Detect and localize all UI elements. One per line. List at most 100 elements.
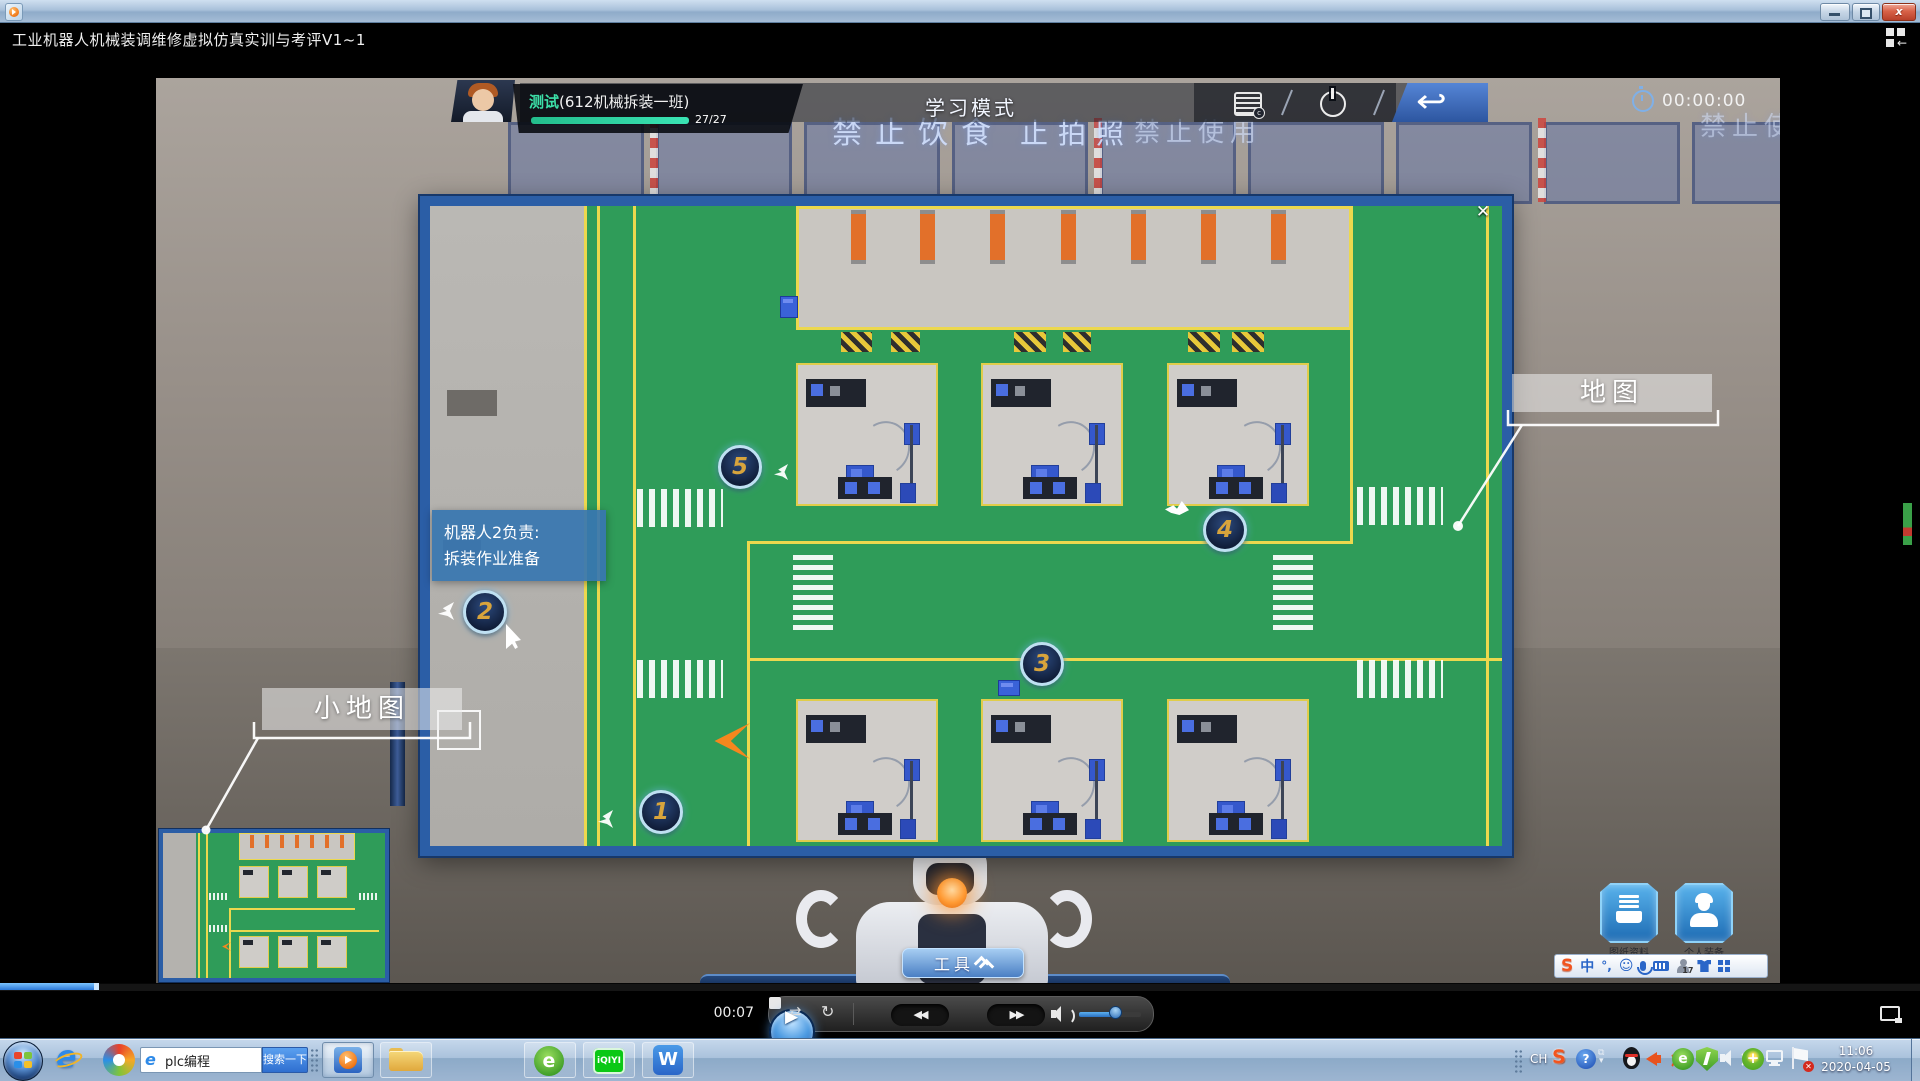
mute-button[interactable] bbox=[1051, 1006, 1073, 1022]
cell-console bbox=[991, 379, 1051, 407]
start-button[interactable] bbox=[3, 1041, 43, 1081]
window-titlebar: x bbox=[0, 0, 1920, 23]
iqiyi-icon: iQIYI bbox=[593, 1048, 625, 1074]
tray-language[interactable]: CH bbox=[1530, 1052, 1547, 1066]
cell-station bbox=[900, 819, 916, 839]
qq-tray-icon[interactable] bbox=[1620, 1047, 1644, 1071]
account-icon[interactable]: 17 bbox=[1676, 959, 1690, 973]
cell-station bbox=[1085, 819, 1101, 839]
cell-console bbox=[991, 715, 1051, 743]
taskbar-360browser-button[interactable]: e bbox=[524, 1042, 576, 1078]
minimap-cell bbox=[239, 866, 269, 898]
ime-menu-icon[interactable] bbox=[1718, 960, 1730, 972]
switch-to-library-icon[interactable]: ← bbox=[1886, 28, 1914, 50]
network-tray-icon[interactable] bbox=[1766, 1049, 1786, 1067]
dock-door bbox=[1201, 210, 1216, 264]
crosswalk bbox=[637, 660, 723, 698]
hud-top-bar-dark bbox=[1194, 83, 1396, 122]
360-browser-tray-icon[interactable]: e bbox=[1672, 1048, 1694, 1070]
minimap-crosswalk bbox=[209, 925, 227, 932]
taskbar-wps-button[interactable]: W bbox=[642, 1042, 694, 1078]
dock-door bbox=[1271, 210, 1286, 264]
microphone-icon[interactable] bbox=[1640, 961, 1646, 971]
documents-button[interactable] bbox=[1600, 883, 1658, 943]
deskband-grip[interactable] bbox=[310, 1048, 319, 1072]
map-marker-2[interactable]: 2 bbox=[463, 590, 507, 634]
edge-artifact bbox=[1903, 503, 1912, 545]
taskbar-explorer-button[interactable] bbox=[380, 1042, 432, 1078]
map-marker-4[interactable]: 4 bbox=[1203, 508, 1247, 552]
cell-bench bbox=[838, 813, 892, 835]
show-desktop-button[interactable] bbox=[1911, 1039, 1920, 1081]
taskbar-iqiyi-button[interactable]: iQIYI bbox=[583, 1042, 635, 1078]
map-marker-3[interactable]: 3 bbox=[1020, 642, 1064, 686]
audio-app-tray-icon[interactable] bbox=[1646, 1050, 1672, 1068]
repeat-button[interactable]: ↻ bbox=[821, 1002, 834, 1021]
cell-console bbox=[1177, 379, 1237, 407]
fullscreen-icon[interactable] bbox=[1878, 1003, 1902, 1023]
sogou-browser-icon[interactable] bbox=[102, 1044, 136, 1076]
map-marker-5[interactable]: 5 bbox=[718, 445, 762, 489]
user-plate: 测试(612机械拆装一班) 27/27 bbox=[513, 84, 803, 133]
search-button[interactable]: 搜索一下 bbox=[262, 1047, 308, 1073]
stop-button[interactable] bbox=[769, 997, 781, 1009]
minimap-line bbox=[198, 833, 200, 978]
windows-flag-icon bbox=[24, 1061, 32, 1068]
wall-banner bbox=[656, 122, 792, 204]
keyboard-icon[interactable] bbox=[1653, 961, 1669, 971]
emoji-icon[interactable]: ☺ bbox=[1619, 958, 1634, 974]
minimize-button[interactable] bbox=[1820, 3, 1850, 21]
windows-flag-icon bbox=[24, 1052, 32, 1059]
agv-robot bbox=[780, 296, 798, 318]
power-icon[interactable] bbox=[1320, 91, 1346, 117]
seek-bar-fill bbox=[0, 983, 98, 990]
windows-flag-icon bbox=[14, 1052, 22, 1059]
rewind-button[interactable]: ◀◀ bbox=[891, 1004, 949, 1026]
minimap-crosswalk bbox=[209, 893, 227, 900]
close-button[interactable]: x bbox=[1882, 3, 1916, 21]
avatar[interactable] bbox=[451, 80, 515, 122]
map-popup: ✕ bbox=[420, 196, 1512, 856]
volume-tray-icon[interactable] bbox=[1720, 1049, 1744, 1067]
ime-toolbar[interactable]: S 中 °, ☺ 17 bbox=[1554, 954, 1768, 978]
map-close-icon[interactable]: ✕ bbox=[1470, 200, 1496, 224]
workcell bbox=[796, 699, 938, 842]
folder-icon bbox=[389, 1051, 423, 1071]
tray-expand-icon[interactable]: ⧉▾ bbox=[1598, 1049, 1604, 1065]
360-browser-icon: e bbox=[534, 1046, 564, 1076]
safety-hatch bbox=[1232, 332, 1264, 352]
minimap-door bbox=[310, 835, 314, 848]
back-arrow-icon[interactable]: ↩ bbox=[1416, 82, 1447, 120]
wall-banner bbox=[508, 122, 644, 204]
tool-button[interactable]: 工具 bbox=[902, 948, 1024, 978]
minimap[interactable] bbox=[159, 829, 389, 982]
360-antivirus-tray-icon[interactable]: + bbox=[1742, 1048, 1764, 1070]
360-shield-tray-icon[interactable] bbox=[1696, 1047, 1718, 1071]
skin-icon[interactable] bbox=[1697, 960, 1711, 972]
cell-station bbox=[1085, 483, 1101, 503]
minimap-line bbox=[229, 930, 379, 932]
progress-fill bbox=[531, 117, 689, 124]
windows-flag-icon bbox=[14, 1061, 22, 1068]
ime-punctuation-icon[interactable]: °, bbox=[1601, 959, 1612, 973]
playback-controls: ⇄ ↻ ◀◀ ▶ ▶▶ bbox=[768, 996, 1154, 1032]
sogou-tray-icon[interactable]: S bbox=[1552, 1046, 1566, 1068]
cell-station bbox=[1271, 483, 1287, 503]
wmp-window-icon bbox=[5, 3, 23, 21]
restore-button[interactable] bbox=[1852, 3, 1880, 21]
lane-line bbox=[747, 544, 750, 846]
ie-taskbar-icon[interactable]: e bbox=[52, 1044, 86, 1076]
taskbar-clock[interactable]: 11:06 2020-04-05 bbox=[1806, 1043, 1906, 1075]
taskbar-wmp-button[interactable] bbox=[322, 1042, 374, 1078]
fast-forward-button[interactable]: ▶▶ bbox=[987, 1004, 1045, 1026]
equipment-button[interactable] bbox=[1675, 883, 1733, 943]
task-list-icon[interactable] bbox=[1234, 92, 1262, 116]
help-tray-icon[interactable]: ? bbox=[1576, 1049, 1596, 1069]
volume-thumb[interactable] bbox=[1109, 1006, 1122, 1019]
seek-bar[interactable] bbox=[0, 983, 1920, 991]
safety-hatch bbox=[1014, 332, 1046, 352]
minimap-door bbox=[340, 835, 344, 848]
map-marker-1[interactable]: 1 bbox=[639, 790, 683, 834]
ime-lang-toggle[interactable]: 中 bbox=[1580, 956, 1594, 976]
search-input[interactable] bbox=[140, 1047, 262, 1073]
